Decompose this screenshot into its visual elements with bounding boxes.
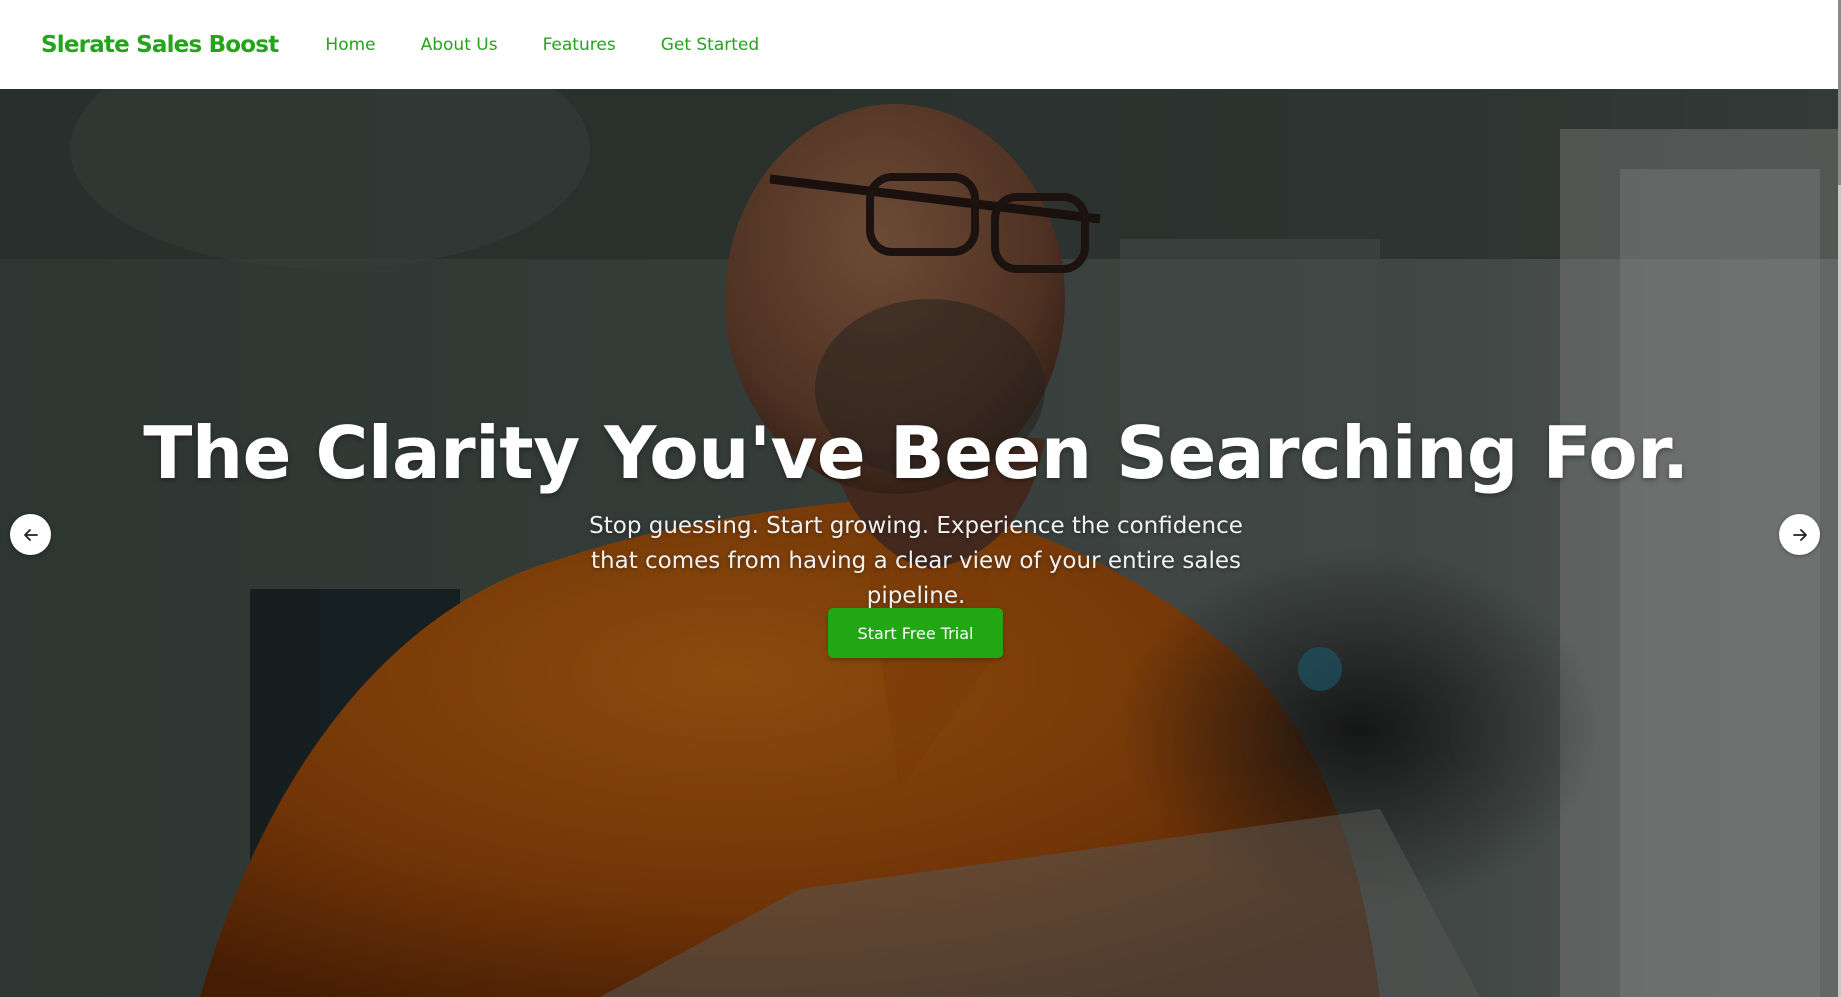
hero-content: The Clarity You've Been Searching For. S…: [0, 89, 1838, 997]
carousel-next-button[interactable]: [1779, 514, 1820, 555]
carousel-prev-button[interactable]: [10, 514, 51, 555]
arrow-left-icon: [23, 528, 38, 541]
nav-link-features[interactable]: Features: [543, 35, 616, 55]
hero-title: The Clarity You've Been Searching For.: [143, 411, 1689, 495]
start-free-trial-button[interactable]: Start Free Trial: [828, 608, 1003, 658]
nav-link-about-us[interactable]: About Us: [421, 35, 498, 55]
brand-logo-link[interactable]: Slerate Sales Boost: [41, 32, 279, 58]
navbar: Slerate Sales Boost Home About Us Featur…: [0, 0, 1841, 89]
arrow-right-icon: [1792, 528, 1807, 541]
nav-links: Home About Us Features Get Started: [325, 35, 804, 55]
hero-carousel: The Clarity You've Been Searching For. S…: [0, 89, 1838, 997]
page: Slerate Sales Boost Home About Us Featur…: [0, 0, 1841, 997]
hero-subtitle: Stop guessing. Start growing. Experience…: [589, 513, 1243, 609]
nav-link-home[interactable]: Home: [325, 35, 375, 55]
nav-link-get-started[interactable]: Get Started: [661, 35, 759, 55]
